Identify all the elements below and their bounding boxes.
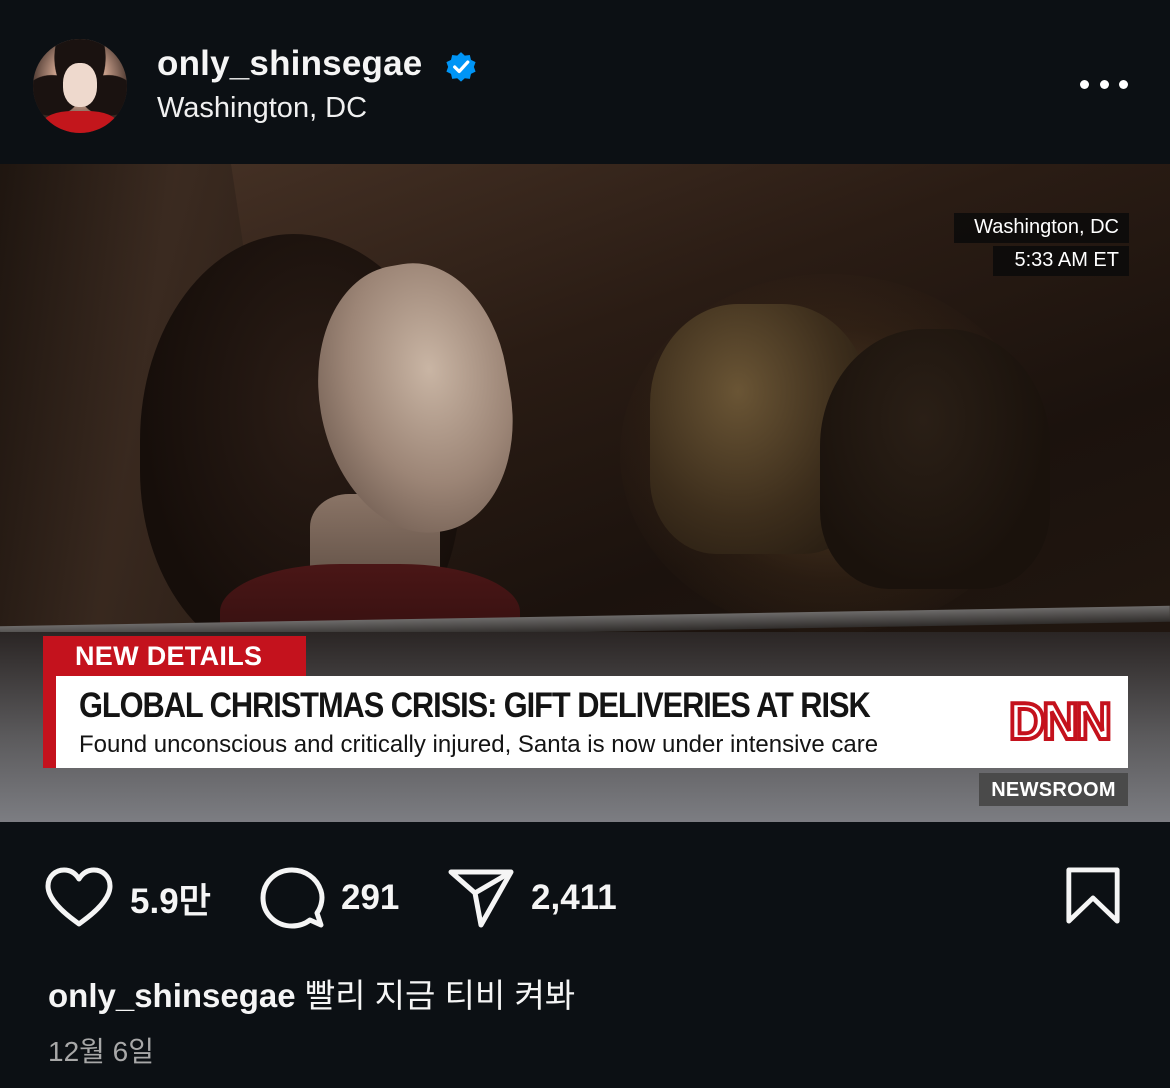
comment-count[interactable]: 291 <box>341 878 399 918</box>
more-dot <box>1080 79 1089 89</box>
like-button[interactable]: 5.9만 <box>44 867 211 929</box>
share-button[interactable]: 2,411 <box>447 867 617 929</box>
more-dot <box>1099 79 1109 89</box>
more-dot <box>1119 79 1128 89</box>
like-count[interactable]: 5.9만 <box>130 873 211 924</box>
heart-icon <box>45 867 113 927</box>
share-count[interactable]: 2,411 <box>531 878 617 918</box>
dnn-logo: DNN <box>1007 692 1114 750</box>
post-username[interactable]: only_shinsegae <box>157 44 422 84</box>
paper-plane-icon <box>448 869 514 928</box>
more-horizontal-icon[interactable] <box>1080 70 1128 98</box>
post-caption: only_shinsegae 빨리 지금 티비 켜봐 <box>48 969 575 1017</box>
post-date: 12월 6일 <box>48 1036 155 1067</box>
action-bar: 5.9만 291 2,411 <box>0 822 1170 972</box>
program-label: NEWSROOM <box>979 773 1128 806</box>
comment-button[interactable]: 291 <box>259 867 399 929</box>
post-photo[interactable]: Washington, DC 5:33 AM ET NEW DETAILS GL… <box>0 164 1170 822</box>
news-lower-third: GLOBAL CHRISTMAS CRISIS: GIFT DELIVERIES… <box>43 676 1128 768</box>
bookmark-icon[interactable] <box>1064 867 1122 925</box>
post-header: only_shinsegae Washington, DC <box>0 0 1170 164</box>
avatar-face <box>63 63 97 107</box>
svg-text:DNN: DNN <box>1009 693 1109 750</box>
verified-badge-icon <box>446 52 476 82</box>
caption-text: 빨리 지금 티비 켜봐 <box>304 977 576 1014</box>
avatar[interactable] <box>33 39 127 133</box>
avatar-sweater <box>43 111 117 133</box>
news-subheadline: Found unconscious and critically injured… <box>79 731 879 758</box>
photo-car-headrest <box>820 329 1050 589</box>
caption-username[interactable]: only_shinsegae <box>48 977 296 1014</box>
breaking-tag: NEW DETAILS <box>43 636 306 676</box>
post-location[interactable]: Washington, DC <box>157 92 367 125</box>
broadcast-location-box: Washington, DC 5:33 AM ET <box>954 213 1129 276</box>
broadcast-location: Washington, DC <box>954 213 1129 243</box>
broadcast-time: 5:33 AM ET <box>992 246 1129 276</box>
news-headline: GLOBAL CHRISTMAS CRISIS: GIFT DELIVERIES… <box>79 686 871 725</box>
comment-bubble-icon <box>260 867 325 929</box>
